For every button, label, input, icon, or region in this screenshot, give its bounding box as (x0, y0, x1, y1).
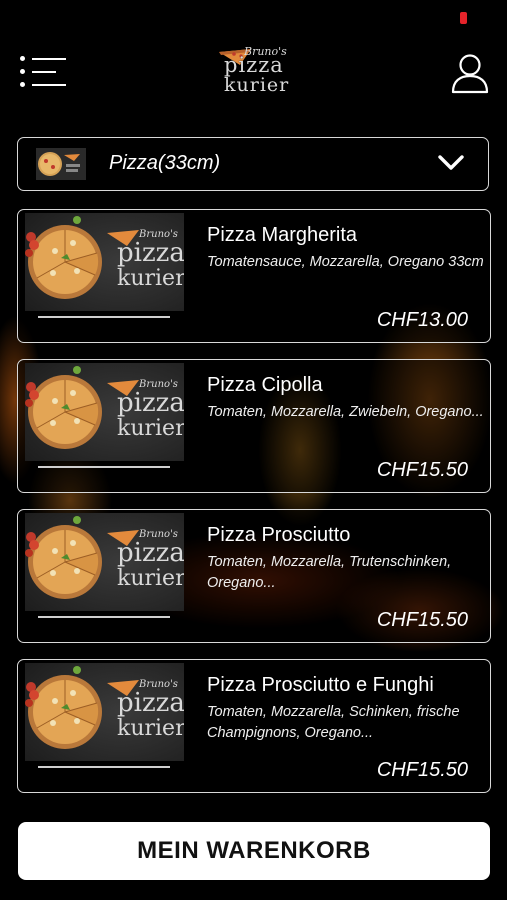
product-description: Tomaten, Mozzarella, Trutenschinken, Ore… (207, 554, 452, 591)
chevron-down-icon (438, 155, 464, 170)
image-underline (38, 766, 170, 768)
image-underline (38, 466, 170, 468)
product-card[interactable]: Bruno's pizza kurier Pizza Cipolla Tomat… (17, 359, 491, 493)
category-thumbnail (36, 148, 86, 180)
logo-text-pizza: pizza (224, 53, 284, 77)
category-select[interactable]: Pizza(33cm) (17, 137, 489, 191)
svg-text:pizza: pizza (117, 388, 184, 418)
product-name: Pizza Margherita (207, 224, 358, 246)
product-price: CHF15.50 (376, 759, 468, 781)
svg-text:kurier: kurier (117, 566, 184, 591)
product-card[interactable]: Bruno's pizza kurier Pizza Prosciutto To… (17, 509, 491, 643)
product-price: CHF15.50 (376, 609, 468, 631)
svg-text:kurier: kurier (117, 716, 184, 741)
product-image: Bruno's pizza kurier (25, 663, 184, 761)
product-description: Tomaten, Mozzarella, Schinken, frische C… (207, 704, 460, 741)
product-description: Tomaten, Mozzarella, Zwiebeln, Oregano..… (207, 404, 484, 420)
product-image: Bruno's pizza kurier (25, 513, 184, 611)
svg-text:pizza: pizza (117, 238, 184, 268)
logo-text-kurier: kurier (224, 74, 290, 96)
product-description: Tomatensauce, Mozzarella, Oregano 33cm (207, 254, 484, 270)
product-name: Pizza Prosciutto e Funghi (207, 674, 434, 696)
product-card[interactable]: Bruno's pizza kurier Pizza Margherita To… (17, 209, 491, 343)
svg-text:pizza: pizza (117, 538, 184, 568)
image-underline (38, 316, 170, 318)
image-underline (38, 616, 170, 618)
product-name: Pizza Prosciutto (207, 524, 351, 546)
cart-button[interactable]: MEIN WARENKORB (18, 822, 490, 880)
product-price: CHF13.00 (376, 309, 468, 331)
category-selected-label: Pizza(33cm) (109, 152, 221, 174)
user-icon[interactable] (451, 52, 489, 94)
product-price: CHF15.50 (376, 459, 468, 481)
status-indicator (460, 12, 467, 24)
product-name: Pizza Cipolla (207, 374, 323, 396)
product-card[interactable]: Bruno's pizza kurier Pizza Prosciutto e … (17, 659, 491, 793)
brand-logo: Bruno's pizza kurier (214, 44, 288, 100)
hamburger-menu-icon[interactable] (20, 56, 66, 88)
product-image: Bruno's pizza kurier (25, 363, 184, 461)
svg-text:kurier: kurier (117, 266, 184, 291)
svg-text:pizza: pizza (117, 688, 184, 718)
svg-text:kurier: kurier (117, 416, 184, 441)
product-image: Bruno's pizza kurier (25, 213, 184, 311)
